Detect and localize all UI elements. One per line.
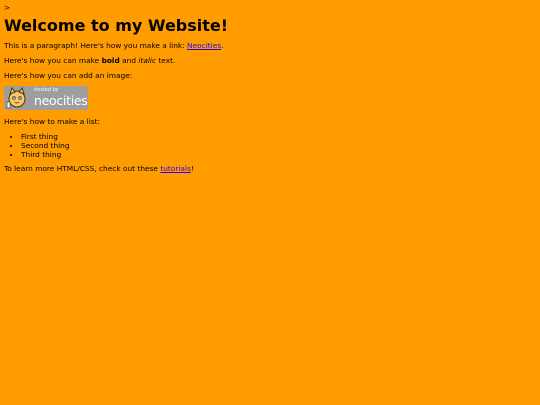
formatting-text: Here's how you can make xyxy=(4,56,102,66)
italic-text: italic xyxy=(138,56,157,66)
page-title: Welcome to my Website! xyxy=(4,16,229,35)
tutorials-link[interactable]: tutorials xyxy=(160,164,191,173)
image-paragraph: Here's how you can add an image: xyxy=(4,71,133,81)
list-item: Second thing xyxy=(21,141,536,151)
neocities-cat-icon xyxy=(6,87,26,109)
list-intro: Here's how to make a list: xyxy=(4,116,100,126)
formatting-end: text. xyxy=(156,56,176,66)
badge-brand: neocities xyxy=(34,93,88,109)
page-content: > Welcome to my Website! This is a parag… xyxy=(0,0,540,174)
intro-paragraph: This is a paragraph! Here's how you make… xyxy=(4,41,536,51)
intro-end: . xyxy=(221,41,224,51)
list-item: Third thing xyxy=(21,150,536,160)
bold-text: bold xyxy=(101,56,120,66)
outro-text: To learn more HTML/CSS, check out these xyxy=(4,164,161,174)
example-list: First thing Second thing Third thing xyxy=(4,132,536,160)
hosted-by-neocities-badge[interactable]: hosted by neocities xyxy=(4,86,88,111)
neocities-link[interactable]: Neocities xyxy=(187,41,221,50)
stray-text: > xyxy=(4,3,11,12)
list-item: First thing xyxy=(21,132,536,142)
formatting-paragraph: Here's how you can make bold and italic … xyxy=(4,56,536,66)
formatting-and: and xyxy=(119,56,139,66)
outro-end: ! xyxy=(190,164,194,174)
intro-text: This is a paragraph! Here's how you make… xyxy=(4,41,188,51)
outro-paragraph: To learn more HTML/CSS, check out these … xyxy=(4,164,536,174)
